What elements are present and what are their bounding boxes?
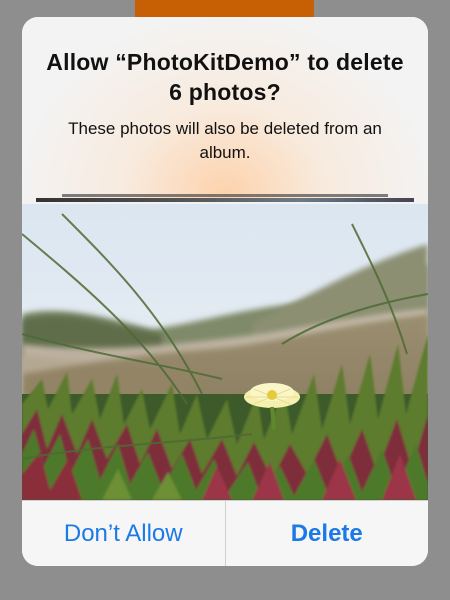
alert-actions: Don’t Allow Delete bbox=[22, 500, 428, 566]
succulent-flower-photo bbox=[22, 204, 428, 500]
alert-header: Allow “PhotoKitDemo” to delete 6 photos?… bbox=[22, 17, 428, 202]
delete-photos-alert: Allow “PhotoKitDemo” to delete 6 photos?… bbox=[22, 17, 428, 566]
photo-stack-edge bbox=[62, 194, 388, 197]
background-orange-strip bbox=[135, 0, 314, 18]
dont-allow-button[interactable]: Don’t Allow bbox=[22, 501, 225, 566]
photo-stack-edge bbox=[36, 198, 414, 202]
photo-preview bbox=[22, 204, 428, 500]
alert-message: These photos will also be deleted from a… bbox=[68, 119, 382, 162]
alert-title: Allow “PhotoKitDemo” to delete 6 photos? bbox=[46, 49, 404, 105]
delete-button[interactable]: Delete bbox=[226, 501, 429, 566]
